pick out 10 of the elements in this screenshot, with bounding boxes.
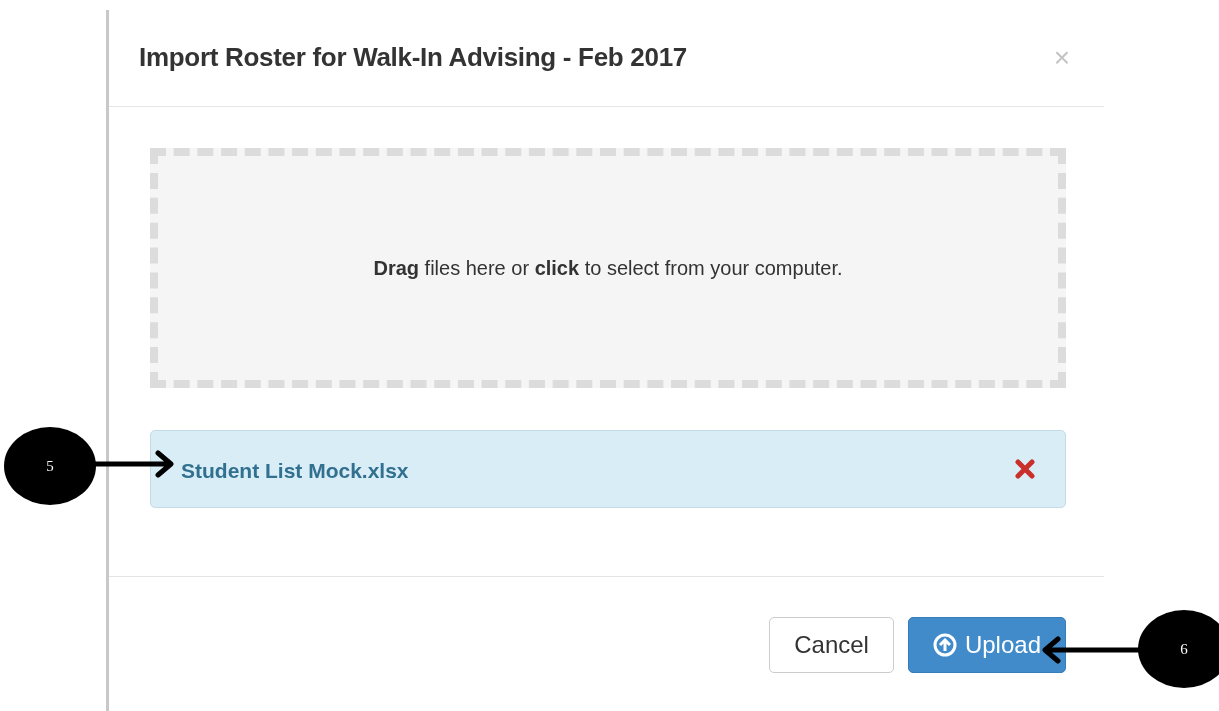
modal-title: Import Roster for Walk-In Advising - Feb 2017 <box>139 42 687 74</box>
upload-icon <box>932 633 957 657</box>
callout-badge: 5 <box>4 427 96 505</box>
callout-badge: 6 <box>1138 610 1219 688</box>
drop-zone-text: Drag files here or click to select from your computer. <box>373 256 843 281</box>
drop-zone[interactable]: Drag files here or click to select from your computer. <box>150 148 1066 388</box>
remove-icon[interactable] <box>1015 459 1035 479</box>
upload-button[interactable]: Upload <box>907 617 1066 673</box>
cancel-button[interactable]: Cancel <box>769 617 894 673</box>
file-name: Student List Mock.xlsx <box>181 458 409 485</box>
